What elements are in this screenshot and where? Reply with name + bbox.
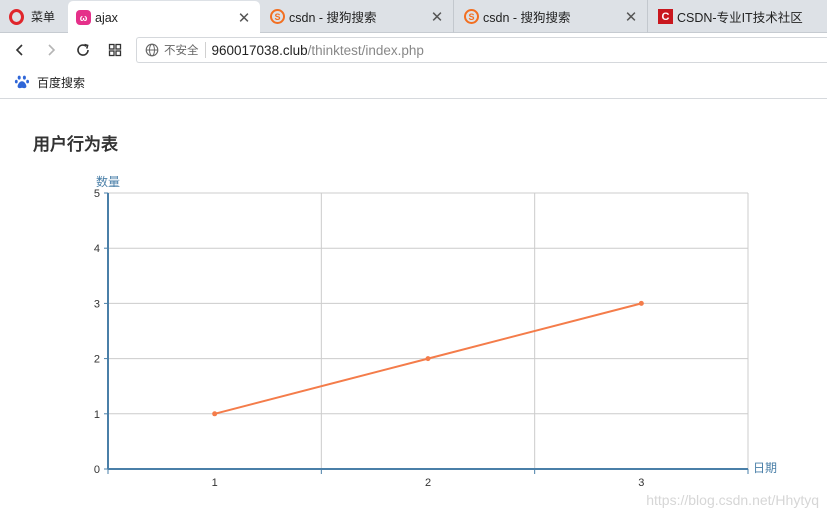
address-bar[interactable]: 不安全 960017038.club/thinktest/index.php (136, 37, 827, 63)
y-tick-label: 0 (94, 464, 100, 476)
menu-label: 菜单 (31, 10, 56, 24)
opera-logo-icon (9, 8, 24, 25)
y-tick-label: 5 (94, 188, 100, 200)
tab-ajax[interactable]: ω ajax ✕ (68, 1, 260, 34)
x-tick-label: 1 (212, 477, 218, 489)
close-tab-icon[interactable]: ✕ (425, 8, 449, 26)
y-tick-label: 4 (94, 243, 100, 255)
x-tick-label: 3 (638, 477, 644, 489)
bookmark-label: 百度搜索 (37, 75, 86, 90)
y-axis-label: 数量 (96, 174, 120, 189)
y-tick-label: 1 (94, 409, 100, 421)
page-title: 用户行为表 (33, 135, 118, 154)
baidu-paw-icon (14, 75, 29, 89)
x-tick-label: 2 (425, 477, 431, 489)
tab-title: csdn - 搜狗搜索 (289, 11, 377, 25)
opera-menu-button[interactable]: 菜单 (0, 0, 66, 33)
ajax-favicon-icon: ω (76, 10, 91, 25)
tab-strip: 菜单 ω ajax ✕ S csdn - 搜狗搜索 ✕ S csdn - 搜狗搜… (0, 0, 827, 34)
sogou-favicon-icon: S (270, 9, 285, 24)
x-axis-label: 日期 (753, 461, 777, 475)
tab-csdn-sogou-2[interactable]: S csdn - 搜狗搜索 ✕ (456, 0, 648, 33)
back-arrow-icon (15, 44, 23, 56)
reload-icon (77, 43, 89, 56)
speed-dial-button[interactable] (102, 34, 128, 66)
tab-title: ajax (95, 10, 118, 25)
tab-csdn-sogou-1[interactable]: S csdn - 搜狗搜索 ✕ (262, 0, 454, 33)
bookmarks-bar: 百度搜索 (0, 66, 827, 99)
grid-icon (108, 43, 122, 57)
forward-button[interactable] (38, 34, 64, 66)
url-domain: 960017038.club (211, 42, 308, 58)
tab-title: CSDN-专业IT技术社区 (677, 11, 803, 25)
insecure-label: 不安全 (164, 42, 206, 58)
globe-icon (145, 43, 159, 57)
data-point (425, 356, 431, 362)
url-path: /thinktest/index.php (307, 42, 424, 58)
reload-button[interactable] (70, 34, 96, 66)
sogou-favicon-icon: S (464, 9, 479, 24)
tab-csdn[interactable]: C CSDN-专业IT技术社区 (650, 0, 827, 33)
csdn-favicon-icon: C (658, 9, 673, 24)
data-point (638, 300, 644, 306)
back-button[interactable] (7, 34, 33, 66)
y-tick-label: 3 (94, 298, 100, 310)
bookmark-baidu[interactable]: 百度搜索 (14, 74, 85, 91)
close-tab-icon[interactable]: ✕ (232, 9, 256, 27)
y-tick-label: 2 (94, 354, 100, 366)
watermark: https://blog.csdn.net/Hhytyq (646, 492, 819, 508)
line-chart: 0 1 2 3 4 5 1 2 3 数量日期 (94, 174, 777, 489)
url-text: 960017038.club/thinktest/index.php (212, 43, 424, 58)
tab-title: csdn - 搜狗搜索 (483, 11, 571, 25)
data-point (212, 411, 218, 417)
forward-arrow-icon (48, 44, 56, 56)
address-toolbar: 不安全 960017038.club/thinktest/index.php (0, 34, 827, 66)
close-tab-icon[interactable]: ✕ (619, 8, 643, 26)
